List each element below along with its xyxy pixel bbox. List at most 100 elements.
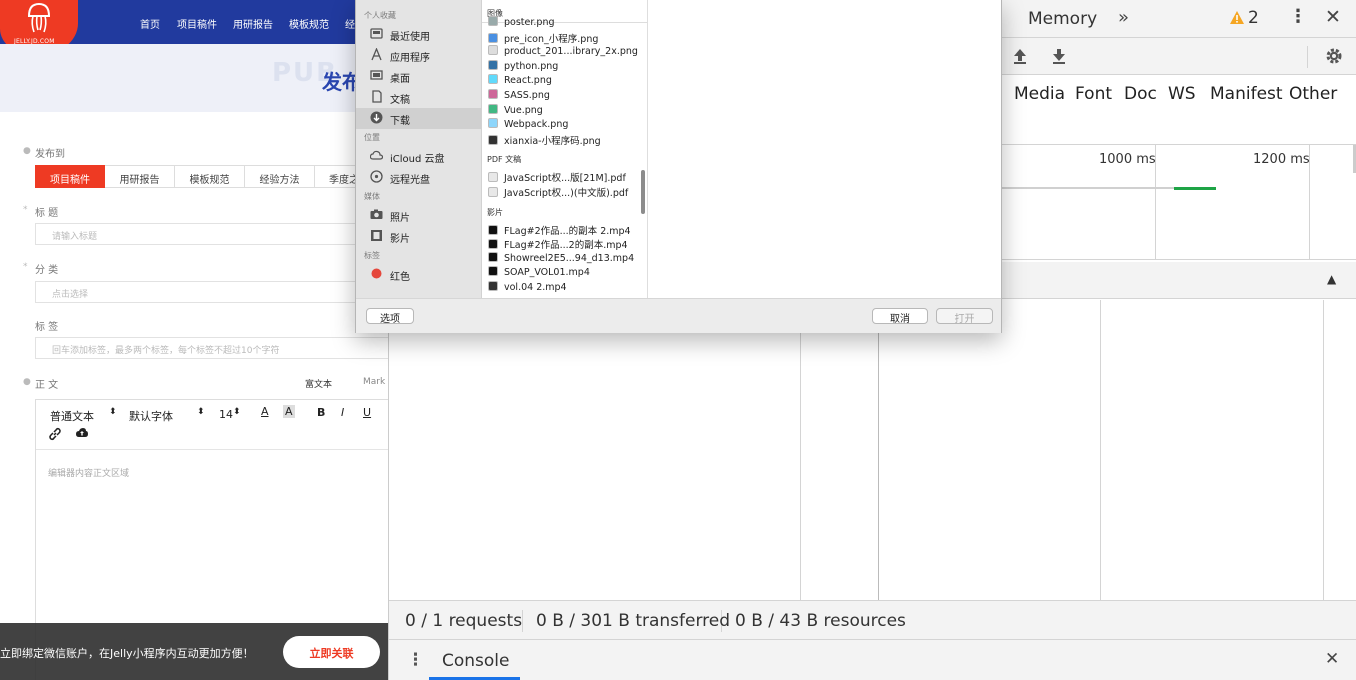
file-item[interactable]: Showreel2E5...94_d13.mp4: [488, 251, 634, 266]
nav-templates[interactable]: 模板规范: [289, 16, 329, 31]
options-button[interactable]: 选项: [366, 308, 414, 325]
file-thumbnail-icon: [488, 118, 498, 129]
file-item[interactable]: Vue.png: [488, 103, 543, 118]
font-select[interactable]: 默认字体: [129, 408, 173, 424]
file-thumbnail-icon: [488, 281, 498, 291]
file-item[interactable]: vol.04 2.mp4: [488, 281, 567, 295]
file-name: SOAP_VOL01.mp4: [504, 267, 590, 279]
warning-count: 2: [1248, 8, 1259, 28]
file-item[interactable]: python.png: [488, 59, 558, 74]
nav-research[interactable]: 用研报告: [233, 16, 273, 31]
file-thumbnail-icon: [488, 187, 498, 197]
column-divider: [1323, 300, 1324, 600]
nav-experience[interactable]: 经: [345, 16, 355, 31]
cloud-icon: [370, 150, 383, 160]
sidebar-item-label: 照片: [390, 213, 410, 224]
file-item[interactable]: JavaScript权...版[21M].pdf: [488, 170, 626, 184]
sidebar-item[interactable]: 影片: [356, 226, 481, 247]
film-icon: [371, 230, 382, 241]
file-item[interactable]: xianxia-小程序码.png: [488, 133, 601, 147]
bind-now-button[interactable]: 立即关联: [283, 636, 380, 668]
file-name: FLag#2作品...2的副本.mp4: [504, 240, 628, 252]
file-item[interactable]: FLag#2作品...的副本 2.mp4: [488, 223, 631, 237]
sidebar-item[interactable]: 照片: [356, 205, 481, 226]
tab-console[interactable]: Console: [442, 651, 510, 671]
sidebar-item-label: 红色: [390, 272, 410, 283]
category-select[interactable]: 点击选择: [35, 281, 388, 303]
sidebar-item[interactable]: iCloud 云盘: [356, 146, 481, 167]
sidebar-item[interactable]: 应用程序: [356, 45, 481, 66]
red-tag-icon: [371, 268, 382, 279]
open-button[interactable]: 打开: [936, 308, 993, 325]
file-thumbnail-icon: [488, 172, 498, 183]
sidebar-item[interactable]: 下载: [356, 108, 481, 129]
file-thumbnail-icon: [488, 224, 498, 235]
markdown-mode[interactable]: Mark: [363, 377, 385, 387]
editor-toolbar: 普通文本 ⬍ 默认字体 ⬍ 14 ⬍ A A B I U: [36, 400, 388, 450]
export-har-icon[interactable]: [1051, 47, 1067, 65]
tab-memory[interactable]: Memory: [1028, 9, 1097, 29]
desktop-icon: [370, 70, 383, 80]
sidebar-section-header: 个人收藏: [364, 11, 396, 20]
sidebar-item-label: 远程光盘: [390, 175, 430, 186]
file-item[interactable]: FLag#2作品...2的副本.mp4: [488, 237, 628, 251]
drawer-menu-icon[interactable]: ⋮: [407, 650, 424, 670]
kebab-menu-icon[interactable]: ⋮: [1289, 6, 1307, 27]
tab-templates[interactable]: 模板规范: [175, 165, 245, 188]
import-har-icon[interactable]: [1012, 47, 1028, 65]
sidebar-item[interactable]: 桌面: [356, 66, 481, 87]
jellyfish-icon: [27, 2, 51, 33]
file-item[interactable]: Webpack.png: [488, 118, 568, 132]
underline-icon[interactable]: U: [363, 406, 371, 419]
title-input[interactable]: 请输入标题: [35, 223, 388, 245]
tab-experience[interactable]: 经验方法: [245, 165, 315, 188]
file-item[interactable]: React.png: [488, 74, 552, 88]
filter-doc[interactable]: Doc: [1124, 84, 1157, 104]
file-item[interactable]: poster.png: [488, 16, 555, 30]
tag-input[interactable]: 回车添加标签，最多两个标签，每个标签不超过10个字符: [35, 337, 388, 359]
close-drawer-icon[interactable]: ✕: [1325, 649, 1339, 669]
sort-up-icon[interactable]: ▲: [1327, 272, 1336, 286]
link-icon[interactable]: [48, 427, 62, 441]
filter-manifest[interactable]: Manifest: [1210, 84, 1283, 104]
text-style-select[interactable]: 普通文本: [50, 408, 94, 424]
nav-projects[interactable]: 项目稿件: [177, 16, 217, 31]
sidebar-item-label: iCloud 云盘: [390, 154, 445, 165]
font-size-select[interactable]: 14: [219, 408, 233, 421]
tab-projects[interactable]: 项目稿件: [35, 165, 105, 188]
cloud-upload-icon[interactable]: [76, 428, 88, 438]
file-item[interactable]: SASS.png: [488, 89, 550, 103]
sidebar-item[interactable]: 最近使用: [356, 24, 481, 45]
warning-icon[interactable]: [1229, 10, 1245, 25]
sidebar-item[interactable]: 红色: [356, 264, 481, 285]
applications-icon: [371, 48, 382, 61]
filter-other[interactable]: Other: [1289, 84, 1337, 104]
sidebar-item[interactable]: 文稿: [356, 87, 481, 108]
publish-label: 发布到: [35, 149, 65, 160]
file-name: product_201...ibrary_2x.png: [504, 46, 638, 58]
file-thumbnail-icon: [488, 32, 498, 43]
file-item[interactable]: product_201...ibrary_2x.png: [488, 45, 638, 59]
gear-icon[interactable]: [1324, 46, 1344, 66]
file-item[interactable]: pre_icon_小程序.png: [488, 31, 598, 45]
rich-text-mode[interactable]: 富文本: [305, 377, 332, 390]
more-tabs-icon[interactable]: »: [1118, 7, 1129, 28]
file-item[interactable]: JavaScript权...)(中文版).pdf: [488, 185, 628, 199]
file-list-scrollbar[interactable]: [641, 170, 645, 214]
nav-home[interactable]: 首页: [140, 16, 160, 31]
sidebar-item[interactable]: 远程光盘: [356, 167, 481, 188]
highlight-color-icon[interactable]: A: [283, 405, 295, 418]
file-item[interactable]: SOAP_VOL01.mp4: [488, 266, 590, 280]
tab-research[interactable]: 用研报告: [105, 165, 175, 188]
file-name: React.png: [504, 75, 552, 87]
bold-icon[interactable]: B: [317, 406, 325, 419]
filter-media[interactable]: Media: [1014, 84, 1065, 104]
filter-font[interactable]: Font: [1075, 84, 1112, 104]
file-name: pre_icon_小程序.png: [504, 33, 599, 45]
font-color-icon[interactable]: A: [261, 405, 269, 418]
filter-ws[interactable]: WS: [1168, 84, 1196, 104]
cancel-button[interactable]: 取消: [872, 308, 928, 325]
bullet-dot: ●: [23, 146, 31, 156]
italic-icon[interactable]: I: [341, 406, 344, 419]
close-icon[interactable]: ✕: [1325, 6, 1341, 28]
